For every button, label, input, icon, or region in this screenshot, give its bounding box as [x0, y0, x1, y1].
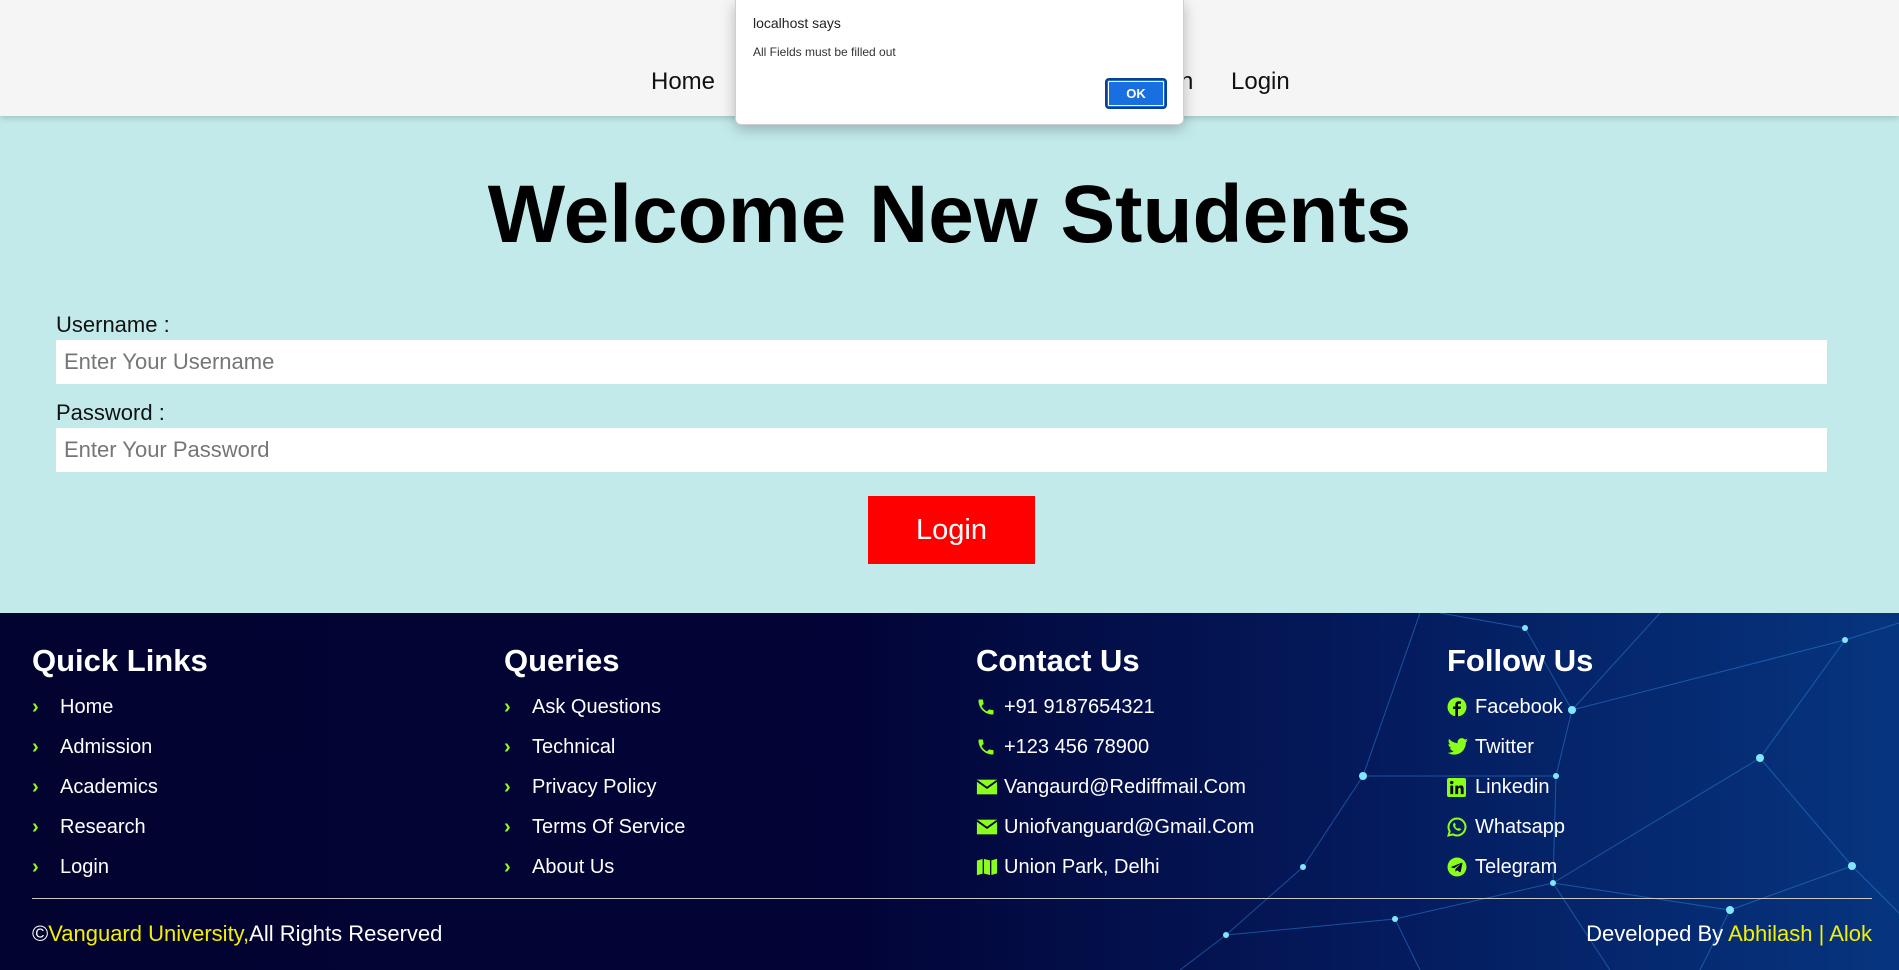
quick-link-admission[interactable]: › Admission — [32, 727, 208, 767]
network-background-graphic — [1179, 613, 1899, 970]
chevron-right-icon: › — [504, 695, 511, 718]
follow-text: Twitter — [1475, 735, 1534, 758]
page-title: Welcome New Students — [487, 169, 1412, 260]
contact-phone-1[interactable]: +91 9187654321 — [976, 687, 1254, 727]
developer-credit: Developed By Abhilash | Alok — [1586, 921, 1872, 947]
envelope-icon — [976, 777, 998, 797]
facebook-icon — [1447, 697, 1469, 717]
university-name-link[interactable]: Vanguard University, — [48, 921, 249, 946]
quick-link-academics[interactable]: › Academics — [32, 767, 208, 807]
phone-icon — [976, 697, 998, 717]
alert-message: All Fields must be filled out — [753, 45, 896, 59]
telegram-icon — [1447, 857, 1469, 877]
login-button[interactable]: Login — [868, 496, 1035, 564]
map-icon — [976, 857, 998, 877]
link-label: Privacy Policy — [532, 775, 657, 798]
alert-title: localhost says — [753, 15, 841, 31]
alert-dialog: localhost says All Fields must be filled… — [735, 0, 1184, 125]
copyright-symbol: © — [32, 921, 49, 946]
copyright: ©Vanguard University,All Rights Reserved — [32, 921, 442, 947]
quick-links-title: Quick Links — [32, 643, 208, 678]
quick-link-research[interactable]: › Research — [32, 807, 208, 847]
contact-text: +91 9187654321 — [1004, 695, 1155, 718]
follow-facebook[interactable]: Facebook — [1447, 687, 1593, 727]
query-technical[interactable]: › Technical — [504, 727, 685, 767]
link-label: Academics — [60, 775, 158, 798]
developer-abhilash-link[interactable]: Abhilash — [1728, 921, 1812, 946]
contact-phone-2[interactable]: +123 456 78900 — [976, 727, 1254, 767]
phone-icon — [976, 737, 998, 757]
footer-divider — [32, 898, 1872, 899]
password-label: Password : — [56, 400, 165, 425]
queries-title: Queries — [504, 643, 620, 678]
link-label: About Us — [532, 855, 615, 878]
envelope-icon — [976, 817, 998, 837]
quick-link-home[interactable]: › Home — [32, 687, 208, 727]
query-about-us[interactable]: › About Us — [504, 847, 685, 887]
follow-text: Whatsapp — [1475, 815, 1566, 838]
chevron-right-icon: › — [504, 775, 511, 798]
alert-ok-button[interactable]: OK — [1105, 78, 1167, 109]
developed-by-label: Developed By — [1586, 921, 1724, 946]
queries-column: Queries › Ask Questions › Technical › Priva… — [504, 643, 685, 887]
contact-email-1[interactable]: Vangaurd@Rediffmail.Com — [976, 767, 1254, 807]
contact-email-2[interactable]: Uniofvanguard@Gmail.Com — [976, 807, 1254, 847]
query-ask-questions[interactable]: › Ask Questions — [504, 687, 685, 727]
follow-telegram[interactable]: Telegram — [1447, 847, 1593, 887]
quick-links-column: Quick Links › Home › Admission › Academics … — [32, 643, 208, 887]
login-section: Welcome New Students Username : Password… — [0, 116, 1899, 613]
link-label: Research — [60, 815, 146, 838]
developer-alok-link[interactable]: Alok — [1829, 921, 1872, 946]
password-input[interactable] — [56, 428, 1827, 472]
contact-title: Contact Us — [976, 643, 1140, 678]
follow-linkedin[interactable]: Linkedin — [1447, 767, 1593, 807]
linkedin-icon — [1447, 777, 1469, 797]
chevron-right-icon: › — [32, 855, 39, 878]
link-label: Home — [60, 695, 114, 718]
follow-whatsapp[interactable]: Whatsapp — [1447, 807, 1593, 847]
username-input[interactable] — [56, 340, 1827, 384]
follow-text: Linkedin — [1475, 775, 1550, 798]
contact-text: +123 456 78900 — [1004, 735, 1150, 758]
contact-text: Union Park, Delhi — [1004, 855, 1160, 878]
rights-text: All Rights Reserved — [249, 921, 443, 946]
contact-text: Vangaurd@Rediffmail.Com — [1004, 775, 1246, 798]
link-label: Login — [60, 855, 109, 878]
follow-column: Follow Us Facebook Twitter Linkedin What… — [1447, 643, 1593, 887]
contact-address[interactable]: Union Park, Delhi — [976, 847, 1254, 887]
contact-text: Uniofvanguard@Gmail.Com — [1004, 815, 1255, 838]
footer: Quick Links › Home › Admission › Academics … — [0, 613, 1899, 970]
username-label: Username : — [56, 312, 170, 337]
quick-link-login[interactable]: › Login — [32, 847, 208, 887]
link-label: Technical — [532, 735, 616, 758]
contact-column: Contact Us +91 9187654321 +123 456 78900… — [976, 643, 1254, 887]
link-label: Ask Questions — [532, 695, 661, 718]
nav-login[interactable]: Login — [1231, 68, 1290, 96]
follow-text: Facebook — [1475, 695, 1563, 718]
twitter-icon — [1447, 737, 1469, 757]
chevron-right-icon: › — [32, 735, 39, 758]
nav-home[interactable]: Home — [651, 68, 715, 96]
follow-twitter[interactable]: Twitter — [1447, 727, 1593, 767]
link-label: Admission — [60, 735, 153, 758]
query-privacy-policy[interactable]: › Privacy Policy — [504, 767, 685, 807]
chevron-right-icon: › — [32, 775, 39, 798]
follow-title: Follow Us — [1447, 643, 1594, 678]
chevron-right-icon: › — [32, 815, 39, 838]
developer-separator: | — [1818, 921, 1825, 946]
chevron-right-icon: › — [504, 855, 511, 878]
link-label: Terms Of Service — [532, 815, 686, 838]
chevron-right-icon: › — [32, 695, 39, 718]
query-terms-of-service[interactable]: › Terms Of Service — [504, 807, 685, 847]
chevron-right-icon: › — [504, 735, 511, 758]
chevron-right-icon: › — [504, 815, 511, 838]
whatsapp-icon — [1447, 817, 1469, 837]
follow-text: Telegram — [1475, 855, 1558, 878]
